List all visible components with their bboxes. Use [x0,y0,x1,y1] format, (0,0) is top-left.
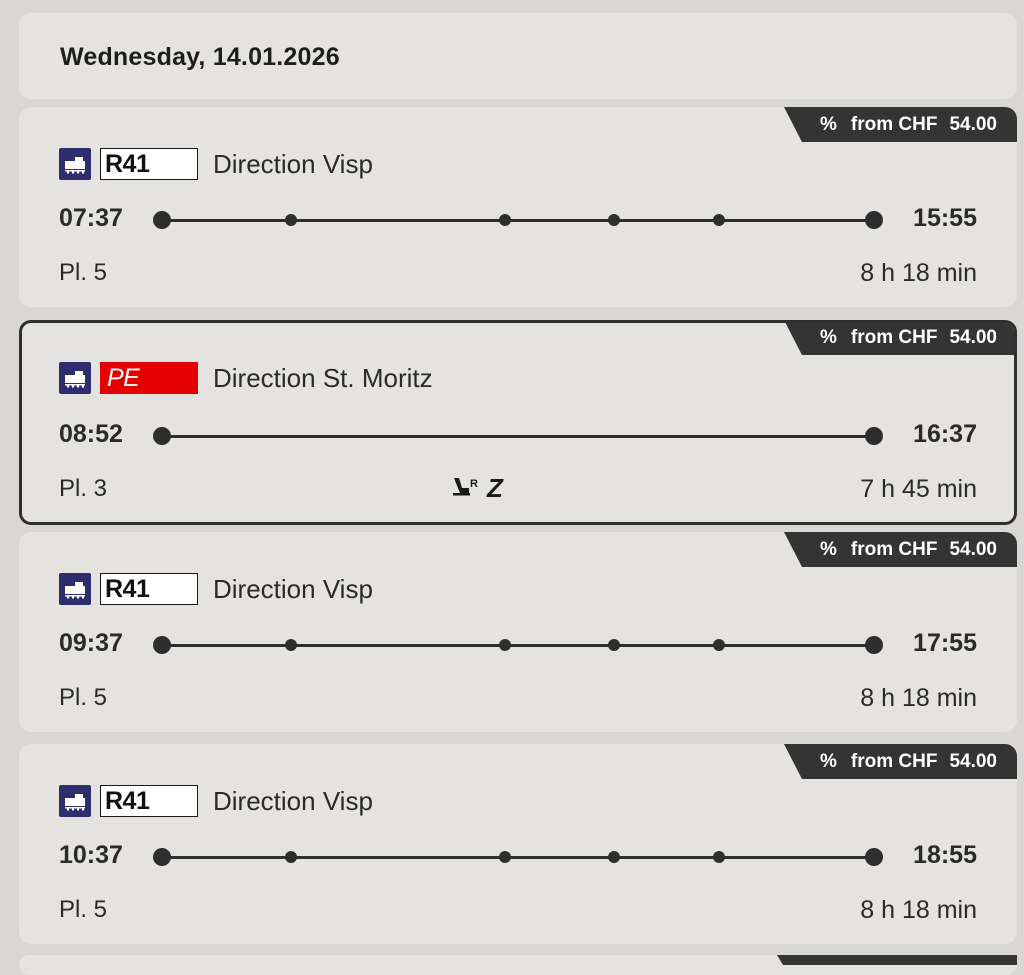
direction-label: Direction Visp [213,785,373,816]
line-badge: R41 [100,785,198,817]
platform-label: Pl. 5 [59,684,108,711]
intermediate-stop [499,214,511,226]
departure-stop [153,211,171,229]
departure-time: 08:52 [59,420,123,448]
intermediate-stop [499,851,511,863]
arrival-stop [865,636,883,654]
journey-timeline [153,635,883,655]
price-from-label: from CHF [850,750,938,772]
line-badge: R41 [100,148,198,180]
direction-label: Direction St. Moritz [213,362,433,393]
intermediate-stop [285,214,297,226]
arrival-stop [865,211,883,229]
price-amount: 54.00 [949,750,997,772]
departure-stop [153,848,171,866]
duration-label: 8 h 18 min [860,684,977,712]
arrival-time: 15:55 [913,204,977,232]
intermediate-stop [608,214,620,226]
journey-timeline [153,210,883,230]
discount-icon: % [819,113,837,135]
journey-timeline [153,847,883,867]
departure-stop [153,427,171,445]
price-tag: % from CHF 54.00 [783,107,1017,142]
train-icon [59,362,91,394]
timeline-line [161,856,875,859]
discount-icon: % [819,538,837,560]
departure-time: 10:37 [59,841,123,869]
intermediate-stop [285,851,297,863]
intermediate-stop [608,639,620,651]
line-badge-panorama: PE [100,362,198,394]
timeline-line [161,219,875,222]
platform-label: Pl. 5 [59,896,108,923]
price-tag [777,955,1017,965]
arrival-time: 16:37 [913,420,977,448]
duration-label: 8 h 18 min [860,896,977,924]
platform-label: Pl. 3 [59,475,108,502]
duration-label: 7 h 45 min [860,475,977,503]
price-from-label: from CHF [850,326,938,348]
departure-stop [153,636,171,654]
next-connection-card-partial[interactable] [19,955,1017,975]
intermediate-stop [499,639,511,651]
departure-time: 09:37 [59,629,123,657]
discount-icon: % [819,750,837,772]
price-tag: % from CHF 54.00 [783,744,1017,779]
journey-timeline [153,426,883,446]
arrival-time: 18:55 [913,841,977,869]
intermediate-stop [713,214,725,226]
intermediate-stop [285,639,297,651]
departure-time: 07:37 [59,204,123,232]
price-amount: 54.00 [949,326,997,348]
train-icon [59,148,91,180]
intermediate-stop [713,851,725,863]
price-from-label: from CHF [850,113,938,135]
train-icon [59,573,91,605]
platform-label: Pl. 5 [59,259,108,286]
direction-label: Direction Visp [213,573,373,604]
price-from-label: from CHF [850,538,938,560]
price-amount: 54.00 [949,538,997,560]
price-tag: % from CHF 54.00 [783,532,1017,567]
service-features: R Z [451,473,503,504]
price-tag: % from CHF 54.00 [783,323,1014,355]
intermediate-stop [608,851,620,863]
discount-icon: % [819,326,837,348]
connection-card[interactable]: % from CHF 54.00 R41 Direction Visp 09:3… [19,532,1017,732]
arrival-stop [865,848,883,866]
date-header: Wednesday, 14.01.2026 [19,13,1017,99]
arrival-stop [865,427,883,445]
connection-card[interactable]: % from CHF 54.00 R41 Direction Visp 07:3… [19,107,1017,307]
line-badge: R41 [100,573,198,605]
surcharge-icon: Z [486,473,503,503]
timeline-line [161,644,875,647]
price-amount: 54.00 [949,113,997,135]
duration-label: 8 h 18 min [860,259,977,287]
timeline-line [161,435,875,438]
direction-label: Direction Visp [213,148,373,179]
connection-card[interactable]: % from CHF 54.00 R41 Direction Visp 10:3… [19,744,1017,944]
connection-card-selected[interactable]: % from CHF 54.00 PE Direction St. Moritz… [19,320,1017,525]
arrival-time: 17:55 [913,629,977,657]
date-title: Wednesday, 14.01.2026 [60,43,340,71]
reservation-mark: R [470,477,478,490]
intermediate-stop [713,639,725,651]
train-icon [59,785,91,817]
